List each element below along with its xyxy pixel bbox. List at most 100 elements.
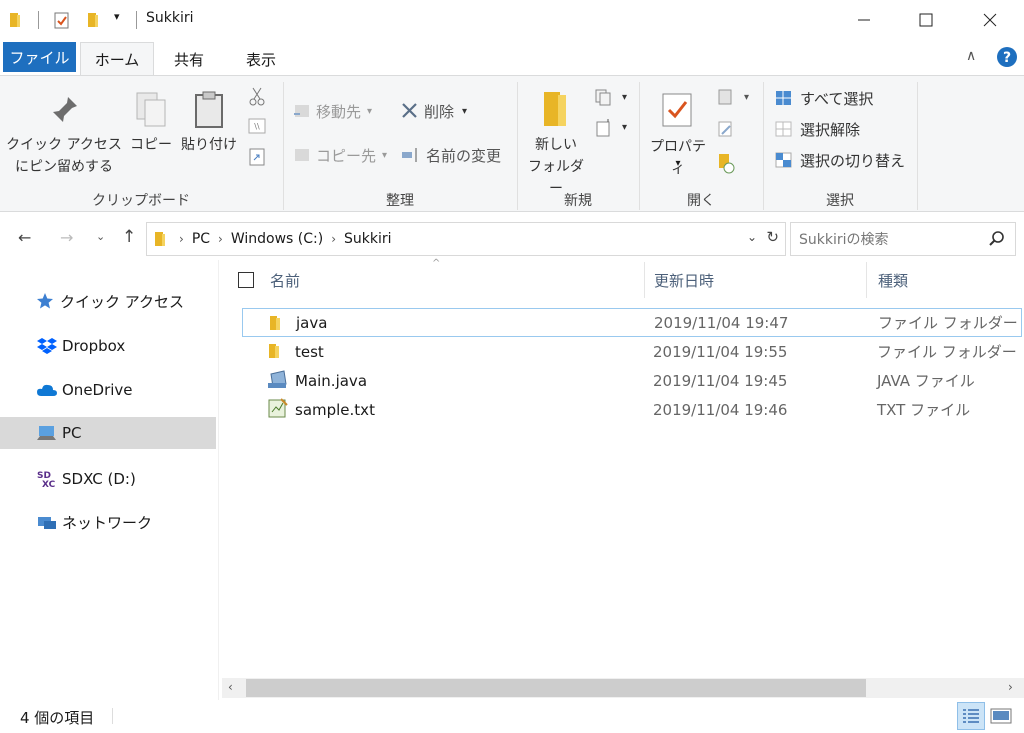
nav-label: PC (62, 424, 82, 442)
nav-item-dropbox[interactable]: Dropbox (0, 330, 216, 362)
nav-item-sdxc[interactable]: SD XC SDXC (D:) (0, 463, 216, 495)
pin-to-quick-access-button[interactable]: クイック アクセス にピン留めする (6, 90, 122, 186)
copy-path-icon[interactable]: \\ (248, 118, 266, 134)
select-all-icon (776, 91, 791, 105)
file-name: test (295, 342, 324, 361)
file-row[interactable]: Main.java 2019/11/04 19:45 JAVA ファイル (242, 366, 1022, 395)
select-none-button[interactable]: 選択解除 (774, 117, 860, 141)
column-header-date[interactable]: 更新日時 (654, 262, 864, 298)
copy-to-label: コピー先 (316, 146, 377, 165)
tab-view[interactable]: 表示 (232, 43, 290, 75)
search-icon (989, 231, 1004, 246)
copy-to-button[interactable]: コピー先 ▾ (292, 142, 387, 168)
rename-button[interactable]: 名前の変更 (400, 142, 501, 168)
cut-icon[interactable] (248, 86, 266, 108)
select-all-button[interactable]: すべて選択 (774, 86, 873, 110)
delete-icon (402, 103, 417, 118)
address-dropdown-icon[interactable]: ⌄ (747, 230, 757, 244)
paste-icon (195, 91, 223, 128)
nav-label: SDXC (D:) (62, 470, 136, 488)
new-folder-label-line1: 新しい (535, 137, 577, 153)
folder-icon (270, 316, 280, 330)
group-label-clipboard: クリップボード (92, 193, 190, 209)
forward-icon[interactable]: → (60, 228, 73, 247)
minimize-button[interactable] (834, 0, 894, 40)
column-header-type[interactable]: 種類 (878, 262, 1018, 298)
file-date: 2019/11/04 19:47 (654, 313, 789, 332)
ribbon-tab-row: ファイル ホーム 共有 表示 ∧ ? (0, 40, 1024, 75)
file-name: sample.txt (295, 400, 375, 419)
back-icon[interactable]: ← (18, 228, 31, 247)
scroll-left-icon[interactable]: ‹ (228, 680, 233, 694)
invert-selection-icon (775, 152, 792, 168)
close-button[interactable] (960, 0, 1020, 40)
help-icon[interactable]: ? (996, 46, 1018, 68)
folder-icon (10, 13, 20, 27)
svg-text:▾: ▾ (622, 122, 627, 133)
address-bar[interactable]: › PC › Windows (C:) › Sukkiri ⌄ ↻ (146, 222, 786, 256)
large-icons-view-button[interactable] (990, 708, 1012, 728)
breadcrumb-separator-icon: › (179, 232, 184, 246)
tab-file[interactable]: ファイル (3, 42, 76, 72)
paste-button[interactable]: 貼り付け (178, 90, 240, 170)
copy-button[interactable]: コピー (128, 90, 174, 170)
file-row[interactable]: java 2019/11/04 19:47 ファイル フォルダー (242, 308, 1022, 337)
scrollbar-thumb[interactable] (246, 679, 866, 697)
minimize-icon (858, 19, 870, 21)
tab-share[interactable]: 共有 (160, 43, 218, 75)
folder-icon (544, 92, 566, 126)
properties-quick-icon[interactable] (53, 10, 71, 30)
nav-item-onedrive[interactable]: OneDrive (0, 374, 216, 406)
ribbon: クイック アクセス にピン留めする コピー 貼り付け \\ クリップボード 移動… (0, 75, 1024, 212)
nav-label: クイック アクセス (60, 292, 185, 311)
nav-item-network[interactable]: ネットワーク (0, 506, 216, 538)
details-view-button[interactable] (957, 702, 985, 730)
file-type: JAVA ファイル (877, 372, 975, 390)
maximize-button[interactable] (896, 0, 956, 40)
select-none-label: 選択解除 (800, 120, 861, 139)
delete-label: 削除 (424, 102, 455, 121)
new-item-icon[interactable]: ▾ (594, 88, 628, 106)
navigation-bar: ← → ⌄ ↑ › PC › Windows (C:) › Sukkiri ⌄ … (0, 222, 1024, 258)
properties-button[interactable]: プロパティ ▾ (644, 86, 712, 186)
scroll-right-icon[interactable]: › (1008, 680, 1013, 694)
recent-locations-icon[interactable]: ⌄ (96, 230, 105, 243)
svg-text:▾: ▾ (622, 92, 627, 103)
move-to-label: 移動先 (316, 102, 362, 121)
history-icon[interactable] (716, 152, 736, 174)
group-label-select: 選択 (826, 193, 854, 209)
delete-button[interactable]: 削除 ▾ (400, 98, 467, 124)
nav-item-pc[interactable]: PC (0, 417, 216, 449)
breadcrumb-windows-c[interactable]: Windows (C:) (231, 231, 323, 247)
file-row[interactable]: sample.txt 2019/11/04 19:46 TXT ファイル (242, 395, 1022, 424)
easy-access-icon[interactable]: ▾ (594, 118, 628, 138)
column-header-name[interactable]: 名前 (270, 262, 640, 298)
invert-selection-button[interactable]: 選択の切り替え (774, 148, 905, 172)
paste-shortcut-icon[interactable] (249, 148, 265, 166)
properties-icon (662, 93, 692, 127)
tab-home[interactable]: ホーム (80, 42, 154, 75)
collapse-ribbon-icon[interactable]: ∧ (966, 48, 976, 64)
new-folder-button[interactable]: 新しい フォルダー (524, 86, 590, 197)
quick-access-toolbar-dropdown-icon[interactable]: ▾ (114, 10, 120, 23)
refresh-icon[interactable]: ↻ (766, 228, 779, 246)
pin-icon (53, 97, 77, 122)
search-input[interactable]: Sukkiriの検索 (790, 222, 1016, 256)
file-row[interactable]: test 2019/11/04 19:55 ファイル フォルダー (242, 337, 1022, 366)
nav-item-quick-access[interactable]: クイック アクセス (0, 285, 216, 317)
star-icon (37, 293, 53, 309)
breadcrumb-separator-icon: › (218, 232, 223, 246)
move-to-button[interactable]: 移動先 ▾ (292, 98, 372, 124)
invert-selection-label: 選択の切り替え (800, 151, 906, 170)
dropbox-icon (37, 338, 57, 354)
up-icon[interactable]: ↑ (122, 227, 136, 247)
open-icon[interactable]: ▾ (716, 88, 752, 108)
select-none-icon (775, 121, 792, 137)
horizontal-scrollbar[interactable]: ‹ › (222, 678, 1024, 698)
breadcrumb-sukkiri[interactable]: Sukkiri (344, 231, 392, 247)
select-all-checkbox[interactable] (238, 272, 254, 288)
pc-icon (37, 426, 56, 440)
new-folder-quick-icon[interactable] (86, 11, 102, 29)
breadcrumb-pc[interactable]: PC (192, 231, 210, 247)
edit-icon[interactable] (716, 120, 736, 140)
